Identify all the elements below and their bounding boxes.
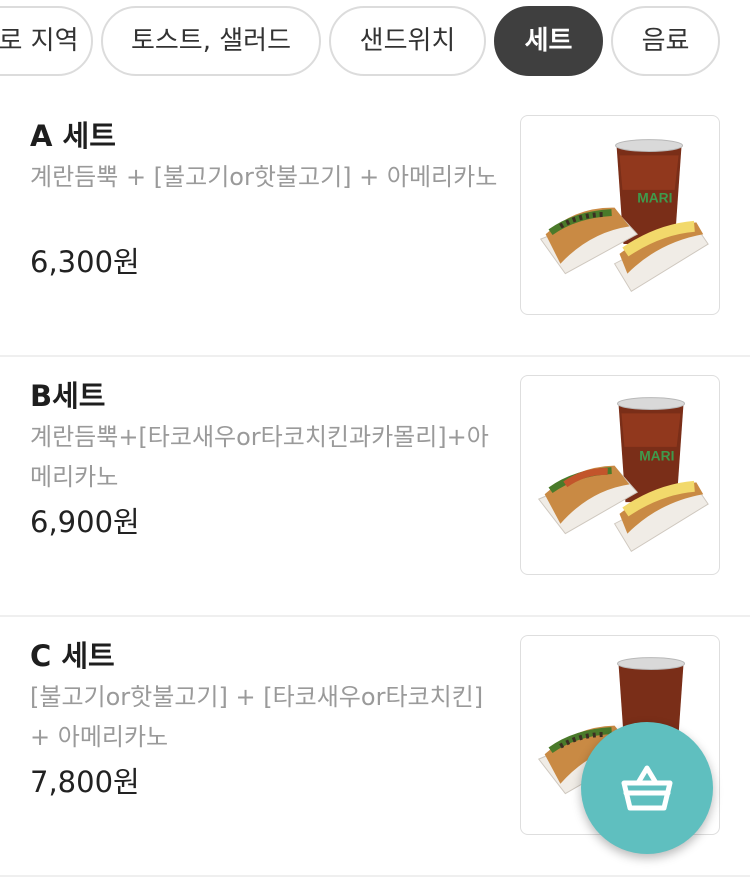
menu-item-set-b[interactable]: B세트 계란듬뿍+[타코새우or타코치킨과카몰리]+아메리카노 6,900원 M…	[0, 355, 750, 617]
cart-button[interactable]	[581, 722, 713, 854]
menu-item-set-a[interactable]: A 세트 계란듬뿍 + [불고기or핫불고기] + 아메리카노 6,300원 M…	[0, 95, 750, 357]
svg-text:MARI: MARI	[639, 449, 674, 464]
item-description: 계란듬뿍+[타코새우or타코치킨과카몰리]+아메리카노	[30, 423, 489, 491]
set-b-photo: MARI	[520, 375, 720, 575]
tab-toast-salad[interactable]: 토스트, 샐러드	[101, 6, 321, 76]
item-price: 6,900원	[30, 505, 140, 539]
item-name: A 세트	[30, 119, 116, 153]
svg-text:MARI: MARI	[637, 191, 672, 206]
item-price: 6,300원	[30, 245, 140, 279]
item-description: [불고기or핫불고기] + [타코새우or타코치킨] + 아메리카노	[30, 683, 484, 751]
category-tabs: 로 지역 토스트, 샐러드 샌드위치 세트 음료	[0, 6, 750, 80]
tab-sandwich[interactable]: 샌드위치	[329, 6, 486, 76]
set-a-photo: MARI	[520, 115, 720, 315]
item-name: B세트	[30, 379, 106, 413]
tab-set[interactable]: 세트	[494, 6, 603, 76]
tab-drinks[interactable]: 음료	[611, 6, 720, 76]
item-name: C 세트	[30, 639, 115, 673]
item-price: 7,800원	[30, 765, 140, 799]
tab-region[interactable]: 로 지역	[0, 6, 93, 76]
item-description: 계란듬뿍 + [불고기or핫불고기] + 아메리카노	[30, 163, 498, 191]
basket-icon	[621, 765, 673, 811]
